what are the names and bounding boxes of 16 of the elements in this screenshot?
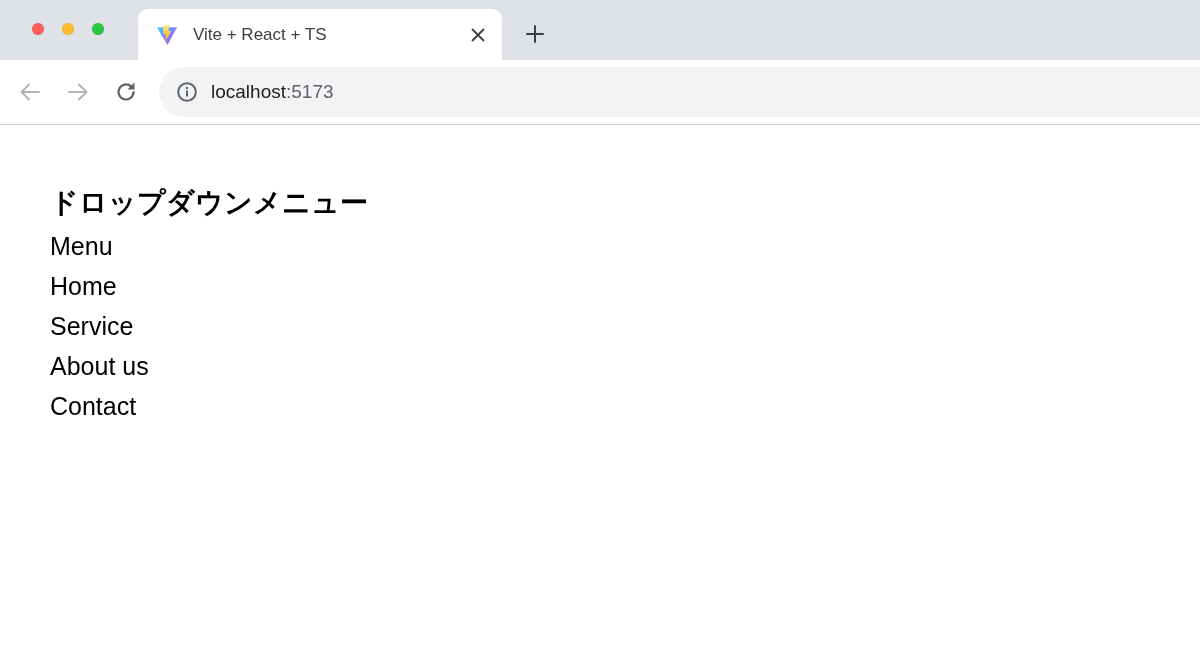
window-minimize-button[interactable] <box>62 23 74 35</box>
address-bar[interactable]: localhost:5173 <box>159 67 1200 117</box>
menu-item[interactable]: Home <box>50 266 117 306</box>
menu-item[interactable]: Contact <box>50 386 137 426</box>
menu-item[interactable]: About us <box>50 346 149 386</box>
close-icon[interactable] <box>471 27 485 42</box>
menu-toggle[interactable]: Menu <box>50 226 113 266</box>
menu-item[interactable]: Service <box>50 306 134 346</box>
page-heading: ドロップダウンメニュー <box>50 186 368 220</box>
lightning-triangle-icon <box>156 23 178 46</box>
reload-icon[interactable] <box>115 81 137 103</box>
plus-icon[interactable] <box>526 25 544 43</box>
info-icon[interactable] <box>177 82 197 102</box>
browser-tab[interactable]: Vite + React + TS <box>138 9 502 60</box>
window-maximize-button[interactable] <box>92 23 104 35</box>
window-close-button[interactable] <box>32 23 44 35</box>
